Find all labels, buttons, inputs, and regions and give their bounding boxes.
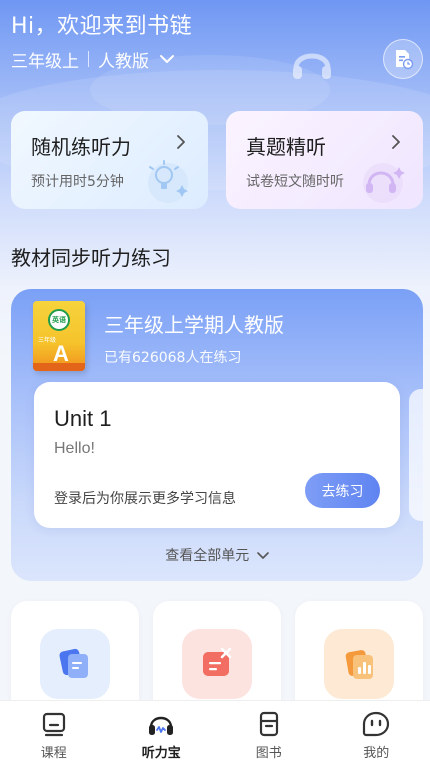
book-title: 三年级上学期人教版 [104, 313, 284, 337]
chevron-down-icon [160, 55, 174, 63]
greeting-text: Hi，欢迎来到书链 [11, 14, 193, 39]
unit-subtitle: Hello! [54, 440, 95, 457]
tab-listening[interactable]: 听力宝 [108, 701, 216, 762]
grade-label: 三年级上 [11, 51, 79, 72]
edition-label: 人教版 [98, 51, 149, 72]
profile-icon [363, 711, 390, 737]
tab-course[interactable]: 课程 [0, 701, 108, 762]
tab-listening-label: 听力宝 [141, 746, 181, 761]
practice-count: 已有626068人在练习 [104, 350, 242, 366]
go-practice-button[interactable]: 去练习 [305, 473, 380, 508]
chevron-down-icon [256, 552, 269, 559]
random-listening-card[interactable]: 随机练听力 预计用时5分钟 [11, 111, 208, 209]
next-unit-card-peek[interactable] [409, 389, 423, 521]
book-icon [259, 711, 278, 737]
headphones-decor-icon [363, 163, 405, 203]
book-cover[interactable]: 英语 三年级 A [33, 301, 85, 371]
course-icon [42, 712, 65, 737]
view-all-label: 查看全部单元 [165, 548, 250, 564]
document-clock-icon [396, 50, 414, 70]
login-hint: 登录后为你展示更多学习信息 [54, 491, 236, 507]
bottom-tab-bar: 课程 听力宝 图书 我的 [0, 700, 430, 762]
unit-card[interactable]: Unit 1 Hello! 登录后为你展示更多学习信息 去练习 [34, 382, 400, 528]
real-exam-listening-card[interactable]: 真题精听 试卷短文随时听 [226, 111, 423, 209]
wrong-answers-icon [182, 629, 252, 699]
textbook-panel: 英语 三年级 A 三年级上学期人教版 已有626068人在练习 Unit 1 H… [11, 289, 423, 581]
headphones-decor-icon [293, 53, 331, 79]
tab-books-label: 图书 [255, 746, 282, 761]
document-icon [40, 629, 110, 699]
report-icon [324, 629, 394, 699]
chevron-right-icon [177, 135, 185, 149]
cover-stripe [33, 363, 85, 371]
chevron-right-icon [392, 135, 400, 149]
lightbulb-decor-icon [148, 160, 188, 203]
unit-name: Unit 1 [54, 406, 112, 431]
tab-books[interactable]: 图书 [215, 701, 323, 762]
section-title: 教材同步听力练习 [11, 246, 171, 271]
tab-profile[interactable]: 我的 [323, 701, 430, 762]
cover-badge: 英语 [48, 309, 70, 331]
divider [88, 51, 89, 67]
tab-course-label: 课程 [40, 746, 67, 761]
headphones-icon [149, 716, 174, 735]
view-all-units-link[interactable]: 查看全部单元 [11, 545, 423, 565]
grade-selector[interactable]: 三年级上 人教版 [11, 47, 175, 72]
tab-profile-label: 我的 [363, 746, 390, 761]
history-button[interactable] [383, 39, 423, 79]
